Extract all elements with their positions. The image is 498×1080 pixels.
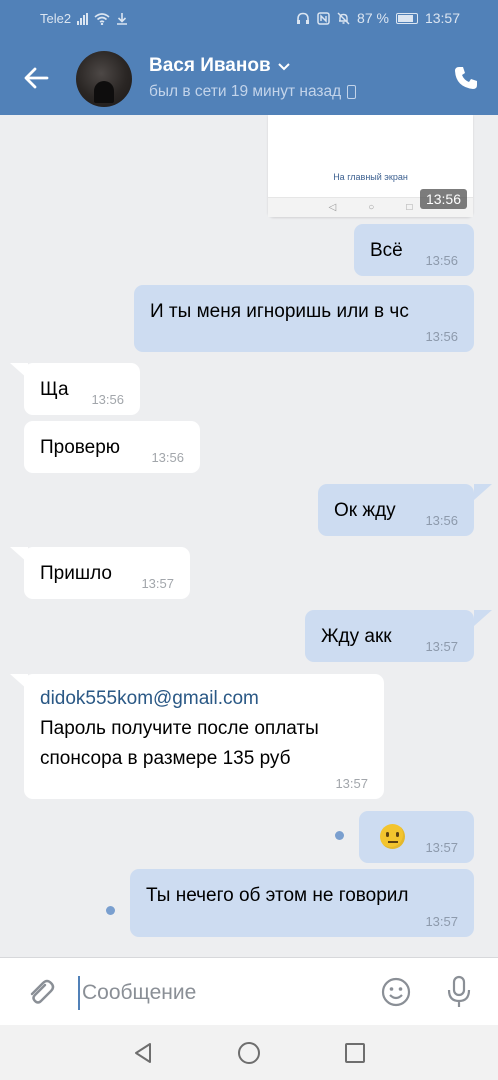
message-time: 13:57 xyxy=(335,776,368,791)
message-text-line: спонсора в размере 135 руб xyxy=(40,748,291,769)
call-phone-icon[interactable] xyxy=(452,64,480,92)
nav-recent-icon: □ xyxy=(406,202,413,213)
contact-name-label: Вася Иванов xyxy=(149,55,271,76)
headphones-icon xyxy=(297,12,310,24)
contact-avatar[interactable] xyxy=(76,51,132,107)
message-incoming[interactable]: Пришло 13:57 xyxy=(24,547,190,599)
last-seen-status: был в сети 19 минут назад xyxy=(149,83,357,101)
message-text: Жду акк xyxy=(321,626,392,647)
message-incoming[interactable]: Проверю 13:56 xyxy=(24,421,200,473)
attachment-time: 13:56 xyxy=(419,189,467,209)
system-navigation-bar xyxy=(0,1025,498,1080)
mute-bell-icon xyxy=(337,12,350,24)
app-header: Tele2 87 % 13:57 Вася Иванов был в сети … xyxy=(0,0,498,115)
nav-back-icon: ◁ xyxy=(328,202,337,213)
carrier-label: Tele2 xyxy=(40,11,72,26)
message-text: Всё xyxy=(370,240,403,261)
message-outgoing[interactable]: Жду акк 13:57 xyxy=(305,610,474,662)
contact-name[interactable]: Вася Иванов xyxy=(149,55,291,77)
message-text: Ща xyxy=(40,379,69,400)
status-bar: Tele2 87 % 13:57 xyxy=(0,8,498,30)
nav-home-circle-icon[interactable] xyxy=(236,1040,262,1066)
nav-back-triangle-icon[interactable] xyxy=(130,1040,156,1066)
message-time: 13:57 xyxy=(425,840,458,855)
message-time: 13:56 xyxy=(425,253,458,268)
message-list[interactable]: На главный экран ◁ ○ □ 13:56 Всё 13:56 И… xyxy=(0,115,498,957)
message-time: 13:57 xyxy=(425,639,458,654)
microphone-icon[interactable] xyxy=(444,974,474,1010)
emoji-smile-icon[interactable] xyxy=(380,976,412,1008)
message-outgoing[interactable]: Всё 13:56 xyxy=(354,224,474,276)
message-time: 13:56 xyxy=(425,329,458,344)
slightly-smiling-face-icon xyxy=(380,824,405,849)
message-outgoing[interactable]: 13:57 xyxy=(359,811,474,863)
message-incoming[interactable]: Ща 13:56 xyxy=(24,363,140,415)
unread-indicator xyxy=(335,831,344,840)
wifi-icon xyxy=(94,12,110,25)
message-text: Ок жду xyxy=(334,500,396,521)
email-link[interactable]: didok555kom@gmail.com xyxy=(40,688,259,710)
signal-icon xyxy=(77,12,89,25)
message-outgoing[interactable]: И ты меня игноришь или в чс 13:56 xyxy=(134,285,474,352)
nfc-icon xyxy=(317,11,330,25)
message-time: 13:56 xyxy=(425,513,458,528)
bubble-tail xyxy=(474,610,492,626)
message-text-line: Пароль получите после оплаты xyxy=(40,718,319,739)
message-input[interactable] xyxy=(78,976,358,1010)
message-time: 13:57 xyxy=(141,576,174,591)
bubble-tail xyxy=(474,484,492,500)
message-outgoing[interactable]: Ты нечего об этом не говорил 13:57 xyxy=(130,869,474,937)
message-text: Ты нечего об этом не говорил xyxy=(146,885,409,906)
battery-percent: 87 % xyxy=(357,10,389,26)
screenshot-attachment[interactable]: На главный экран ◁ ○ □ 13:56 xyxy=(268,115,473,217)
chevron-down-icon xyxy=(277,63,290,71)
attachment-link-text: На главный экран xyxy=(333,172,408,182)
nav-recents-square-icon[interactable] xyxy=(342,1040,368,1066)
message-time: 13:57 xyxy=(425,914,458,929)
last-seen-label: был в сети 19 минут назад xyxy=(149,83,342,100)
message-composer xyxy=(0,957,498,1025)
back-arrow-icon[interactable] xyxy=(22,64,50,92)
paperclip-icon[interactable] xyxy=(24,976,56,1008)
message-outgoing[interactable]: Ок жду 13:56 xyxy=(318,484,474,536)
message-incoming[interactable]: didok555kom@gmail.com Пароль получите по… xyxy=(24,674,384,799)
message-time: 13:56 xyxy=(151,450,184,465)
battery-icon xyxy=(395,12,418,24)
nav-home-icon: ○ xyxy=(368,202,375,213)
message-text: Проверю xyxy=(40,437,121,458)
mobile-device-icon xyxy=(347,85,357,99)
message-time: 13:56 xyxy=(91,392,124,407)
message-text: Пришло xyxy=(40,563,112,584)
message-text: И ты меня игноришь или в чс xyxy=(150,301,409,322)
download-icon xyxy=(117,13,128,25)
clock: 13:57 xyxy=(424,10,460,26)
unread-indicator xyxy=(106,906,115,915)
